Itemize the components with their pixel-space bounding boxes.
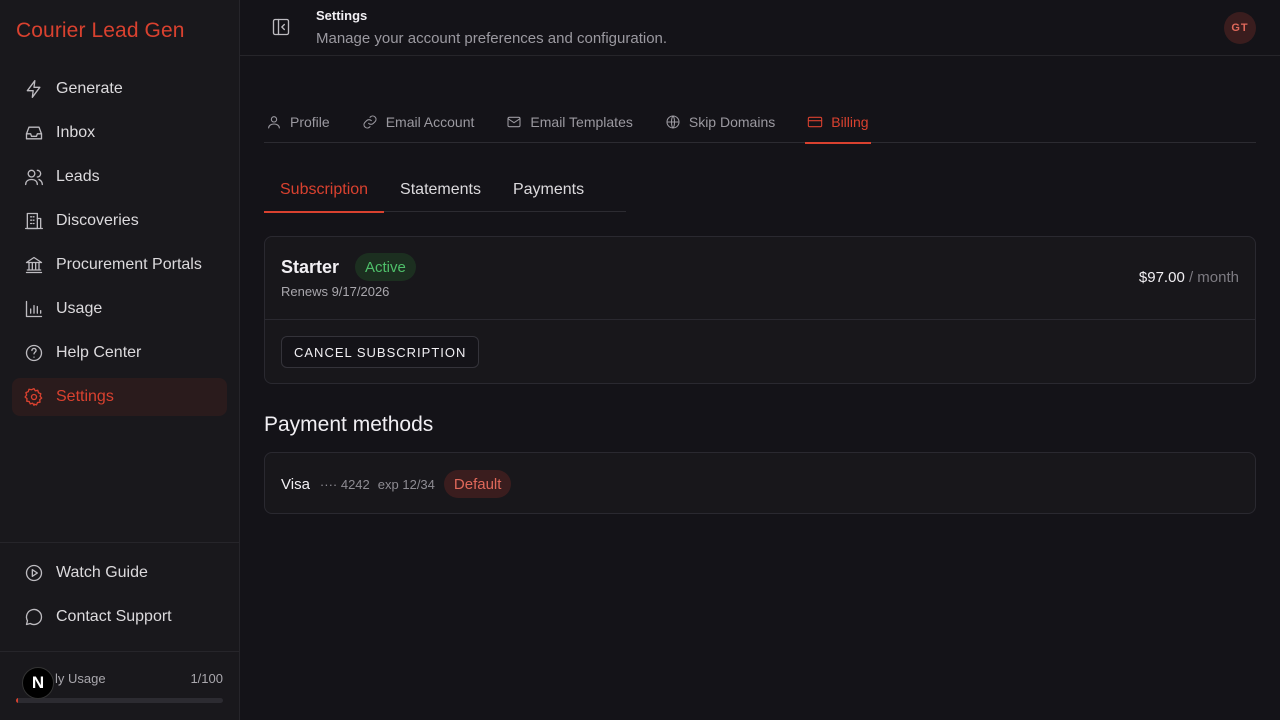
sidebar-item-label: Discoveries [56, 212, 139, 229]
sidebar-item-label: Inbox [56, 124, 96, 141]
sidebar-item-label: Generate [56, 80, 123, 97]
gear-icon [24, 387, 44, 407]
sidebar-item-procurement-portals[interactable]: Procurement Portals [12, 246, 227, 284]
sidebar-item-label: Procurement Portals [56, 256, 202, 273]
play-circle-icon [24, 563, 44, 583]
sidebar-item-contact-support[interactable]: Contact Support [12, 598, 227, 636]
subtab-statements[interactable]: Statements [384, 168, 497, 212]
sidebar-item-label: Watch Guide [56, 564, 148, 581]
sidebar-item-settings[interactable]: Settings [12, 378, 227, 416]
payment-method-card[interactable]: Visa ···· 4242 exp 12/34 Default [264, 452, 1256, 514]
card-divider [265, 319, 1255, 320]
sidebar-item-label: Usage [56, 300, 103, 317]
sidebar-item-label: Help Center [56, 344, 142, 361]
sidebar: Courier Lead Gen Generate Inbox Leads Di… [0, 0, 240, 720]
tab-email-account[interactable]: Email Account [360, 100, 477, 143]
subscription-card: Starter Active Renews 9/17/2026 $97.00 /… [264, 236, 1256, 384]
sidebar-divider [0, 542, 239, 543]
card-expiry: exp 12/34 [377, 476, 435, 492]
building-icon [24, 211, 44, 231]
sidebar-item-help-center[interactable]: Help Center [12, 334, 227, 372]
tab-label: Email Account [385, 113, 475, 130]
page-subtitle: Manage your account preferences and conf… [316, 30, 668, 47]
tab-billing[interactable]: Billing [805, 100, 871, 144]
link-icon [363, 115, 377, 128]
tab-label: Profile [290, 113, 330, 130]
sidebar-item-watch-guide[interactable]: Watch Guide [12, 554, 227, 592]
card-brand: Visa [281, 475, 310, 493]
sidebar-bottom-nav: Watch Guide Contact Support [12, 554, 227, 642]
bar-chart-icon [24, 299, 44, 319]
usage-progress-bar [16, 698, 223, 703]
sidebar-item-discoveries[interactable]: Discoveries [12, 202, 227, 240]
brand-title[interactable]: Courier Lead Gen [16, 19, 185, 43]
sidebar-divider [0, 651, 239, 652]
status-badge: Active [355, 253, 416, 281]
tab-email-templates[interactable]: Email Templates [504, 100, 634, 143]
nextjs-dev-badge[interactable]: N [22, 667, 54, 699]
list-item: Visa ···· 4242 exp 12/34 Default [281, 470, 512, 498]
sidebar-item-inbox[interactable]: Inbox [12, 114, 227, 152]
card-last4: ···· 4242 [319, 476, 370, 492]
tab-profile[interactable]: Profile [264, 100, 332, 143]
sidebar-item-label: Contact Support [56, 608, 172, 625]
settings-tabs: Profile Email Account Email Templates Sk… [264, 100, 1256, 144]
tab-skip-domains[interactable]: Skip Domains [663, 100, 777, 143]
bank-icon [24, 255, 44, 275]
users-icon [24, 167, 44, 187]
inbox-icon [24, 123, 44, 143]
usage-value: 1/100 [190, 671, 223, 686]
sidebar-item-label: Leads [56, 168, 100, 185]
sidebar-item-usage[interactable]: Usage [12, 290, 227, 328]
sidebar-toggle-icon[interactable] [271, 17, 291, 37]
plan-price: $97.00 / month [1139, 269, 1239, 286]
usage-progress-fill [16, 698, 19, 703]
mail-icon [507, 116, 521, 127]
sidebar-nav: Generate Inbox Leads Discoveries Procure… [12, 70, 227, 422]
default-badge: Default [443, 470, 512, 498]
tab-label: Billing [831, 113, 869, 130]
plan-name: Starter [281, 257, 340, 277]
message-circle-icon [24, 607, 44, 627]
page-header: Settings Manage your account preferences… [240, 0, 1280, 56]
page-title: Settings [316, 8, 368, 23]
billing-subtabs: Subscription Statements Payments [264, 168, 626, 213]
lightning-icon [24, 79, 44, 99]
sidebar-item-label: Settings [56, 388, 114, 405]
subtab-payments[interactable]: Payments [497, 168, 600, 212]
price-period: / month [1188, 269, 1239, 286]
payment-methods-title: Payment methods [264, 413, 434, 436]
globe-icon [666, 114, 680, 129]
help-circle-icon [24, 343, 44, 363]
avatar[interactable]: GT [1224, 12, 1256, 44]
tab-label: Skip Domains [688, 113, 776, 130]
sidebar-item-generate[interactable]: Generate [12, 70, 227, 108]
cancel-subscription-button[interactable]: CANCEL SUBSCRIPTION [281, 336, 480, 368]
user-icon [268, 115, 280, 129]
credit-card-icon [808, 116, 823, 127]
price-amount: $97.00 [1138, 269, 1185, 286]
tab-label: Email Templates [530, 113, 633, 130]
sidebar-item-leads[interactable]: Leads [12, 158, 227, 196]
subtab-subscription[interactable]: Subscription [264, 168, 385, 213]
renewal-date: Renews 9/17/2026 [281, 284, 390, 299]
